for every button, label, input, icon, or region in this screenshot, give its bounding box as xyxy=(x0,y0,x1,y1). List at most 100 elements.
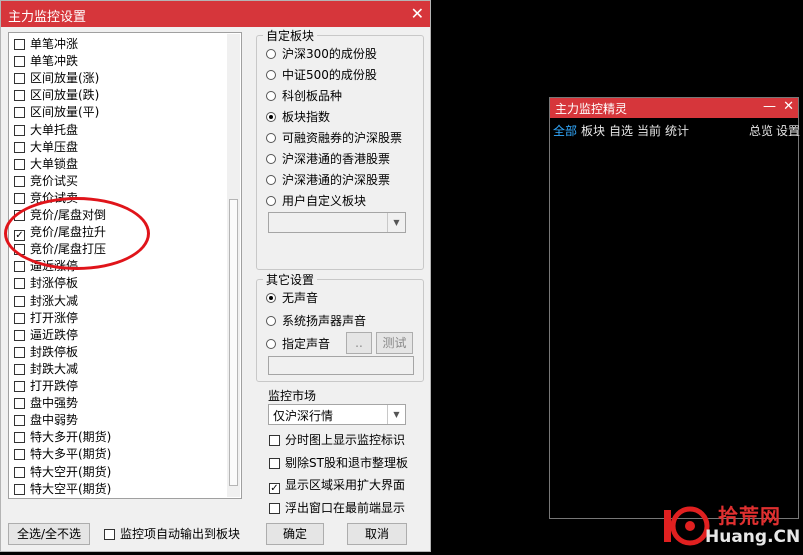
list-item[interactable]: 封涨停板 xyxy=(14,275,78,292)
sprite-menu-item[interactable]: 统计 xyxy=(665,122,689,139)
list-item[interactable]: 区间放量(涨) xyxy=(14,70,99,87)
checkbox-box[interactable] xyxy=(14,124,25,136)
option-checkbox[interactable]: 浮出窗口在最前端显示 xyxy=(269,499,405,517)
checkbox-box[interactable] xyxy=(14,312,25,324)
list-item[interactable]: 区间放量(跌) xyxy=(14,87,99,104)
checkbox-box[interactable] xyxy=(14,466,25,478)
radio-button[interactable] xyxy=(266,293,276,303)
radio-option[interactable]: 指定声音 xyxy=(266,335,330,353)
browse-sound-button[interactable]: .. xyxy=(346,332,372,354)
radio-option[interactable]: 可融资融券的沪深股票 xyxy=(266,129,402,147)
radio-button[interactable] xyxy=(266,133,276,143)
list-item[interactable]: 特大空开(期货) xyxy=(14,464,111,481)
checkbox-box[interactable] xyxy=(14,39,25,50)
test-sound-button[interactable]: 测试 xyxy=(376,332,413,354)
list-item[interactable]: ✓ 竞价/尾盘拉升 xyxy=(14,224,106,242)
checkbox-box[interactable] xyxy=(14,398,25,410)
checkbox-box[interactable] xyxy=(14,295,25,307)
checkbox-box[interactable] xyxy=(14,278,25,290)
scrollbar-thumb[interactable] xyxy=(229,199,238,486)
list-item[interactable]: 逼近跌停 xyxy=(14,327,78,344)
checkbox-box[interactable] xyxy=(14,483,25,495)
checkbox-box[interactable] xyxy=(14,381,25,392)
list-item[interactable]: 区间放量(平) xyxy=(14,104,99,121)
sprite-menu-item[interactable]: 自选 xyxy=(609,122,633,139)
list-item[interactable]: 特大多开(期货) xyxy=(14,429,111,446)
list-item[interactable]: 封跌停板 xyxy=(14,344,78,361)
checkbox-box[interactable] xyxy=(14,261,25,273)
list-scrollbar[interactable] xyxy=(227,34,240,497)
checkbox-box[interactable] xyxy=(14,415,25,427)
ok-button[interactable]: 确定 xyxy=(266,523,324,545)
checkbox-box[interactable] xyxy=(14,175,25,187)
checkbox-box[interactable] xyxy=(14,363,25,375)
close-icon[interactable]: ✕ xyxy=(411,4,424,23)
option-checkbox[interactable]: 分时图上显示监控标识 xyxy=(269,431,405,449)
checkbox-box[interactable] xyxy=(14,329,25,341)
radio-option[interactable]: 系统扬声器声音 xyxy=(266,312,366,330)
alert-type-list[interactable]: 单笔冲涨 单笔冲跌 区间放量(涨) 区间放量(跌) 区间放量(平) 大单托盘 大单压盘 大单锁… xyxy=(8,32,242,499)
list-item[interactable]: 封跌大减 xyxy=(14,361,78,378)
cancel-button[interactable]: 取消 xyxy=(347,523,407,545)
radio-button[interactable] xyxy=(266,339,276,349)
sound-path-field[interactable] xyxy=(268,356,414,375)
chevron-down-icon[interactable]: ▼ xyxy=(387,213,405,232)
checkbox-box[interactable] xyxy=(14,73,25,85)
close-icon[interactable]: ✕ xyxy=(783,99,794,114)
list-item[interactable]: 特大多平(期货) xyxy=(14,446,111,463)
list-item[interactable]: 大单托盘 xyxy=(14,122,78,139)
option-checkbox[interactable]: 剔除ST股和退市整理板 xyxy=(269,454,408,472)
list-item[interactable]: 打开涨停 xyxy=(14,310,78,327)
radio-button[interactable] xyxy=(266,175,276,185)
auto-output-checkbox[interactable]: 监控项自动输出到板块 xyxy=(104,525,240,543)
list-item[interactable]: 大单锁盘 xyxy=(14,156,78,173)
radio-option[interactable]: 无声音 xyxy=(266,289,318,307)
market-select[interactable]: 仅沪深行情 ▼ xyxy=(268,404,406,425)
checkbox-box[interactable]: ✓ xyxy=(14,230,25,242)
dialog-titlebar[interactable]: 主力监控设置 ✕ xyxy=(1,1,430,27)
sprite-menu-item[interactable]: 板块 xyxy=(581,122,605,139)
list-item[interactable]: 竞价/尾盘对倒 xyxy=(14,207,106,224)
radio-button[interactable] xyxy=(266,154,276,164)
checkbox-box[interactable] xyxy=(14,158,25,170)
checkbox-box[interactable] xyxy=(14,56,25,68)
checkbox-box[interactable] xyxy=(14,90,25,102)
checkbox-box[interactable] xyxy=(14,210,25,221)
list-item[interactable]: 竞价试买 xyxy=(14,173,78,190)
checkbox-box[interactable] xyxy=(269,502,280,514)
list-item[interactable]: 封涨大减 xyxy=(14,293,78,310)
sprite-menu-item[interactable]: 当前 xyxy=(637,122,661,139)
checkbox-box[interactable] xyxy=(14,346,25,358)
checkbox-box[interactable] xyxy=(14,107,25,119)
checkbox-box[interactable] xyxy=(14,449,25,461)
list-item[interactable]: 竞价/尾盘打压 xyxy=(14,241,106,258)
chevron-down-icon[interactable]: ▼ xyxy=(387,405,405,424)
checkbox-box[interactable] xyxy=(269,457,280,469)
radio-option[interactable]: 沪深港通的沪深股票 xyxy=(266,171,390,189)
checkbox-box[interactable]: ✓ xyxy=(269,483,280,494)
radio-option[interactable]: 沪深港通的香港股票 xyxy=(266,150,390,168)
radio-button[interactable] xyxy=(266,49,276,59)
checkbox-box[interactable] xyxy=(14,141,25,153)
sprite-menu-item[interactable]: 全部 xyxy=(553,122,577,139)
radio-button[interactable] xyxy=(266,70,276,80)
sprite-menu-item[interactable]: 设置 xyxy=(776,122,800,139)
checkbox-box[interactable] xyxy=(14,244,25,256)
list-item[interactable]: 单笔冲涨 xyxy=(14,36,78,53)
checkbox-box[interactable] xyxy=(104,529,115,540)
list-item[interactable]: 大单压盘 xyxy=(14,139,78,156)
radio-button[interactable] xyxy=(266,91,276,101)
list-item[interactable]: 竞价试卖 xyxy=(14,190,78,207)
radio-option[interactable]: 用户自定义板块 xyxy=(266,192,366,210)
list-item[interactable]: 盘中强势 xyxy=(14,395,78,412)
minimize-icon[interactable]: — xyxy=(763,99,776,114)
checkbox-box[interactable] xyxy=(14,432,25,444)
custom-block-combo[interactable]: ▼ xyxy=(268,212,406,233)
list-item[interactable]: 特大空平(期货) xyxy=(14,481,111,498)
list-item[interactable]: 单笔冲跌 xyxy=(14,53,78,70)
radio-option[interactable]: 科创板品种 xyxy=(266,87,342,105)
radio-button[interactable] xyxy=(266,196,276,206)
list-item[interactable]: 打开跌停 xyxy=(14,378,78,395)
list-item[interactable]: 逼近涨停 xyxy=(14,258,78,275)
radio-button[interactable] xyxy=(266,112,276,122)
